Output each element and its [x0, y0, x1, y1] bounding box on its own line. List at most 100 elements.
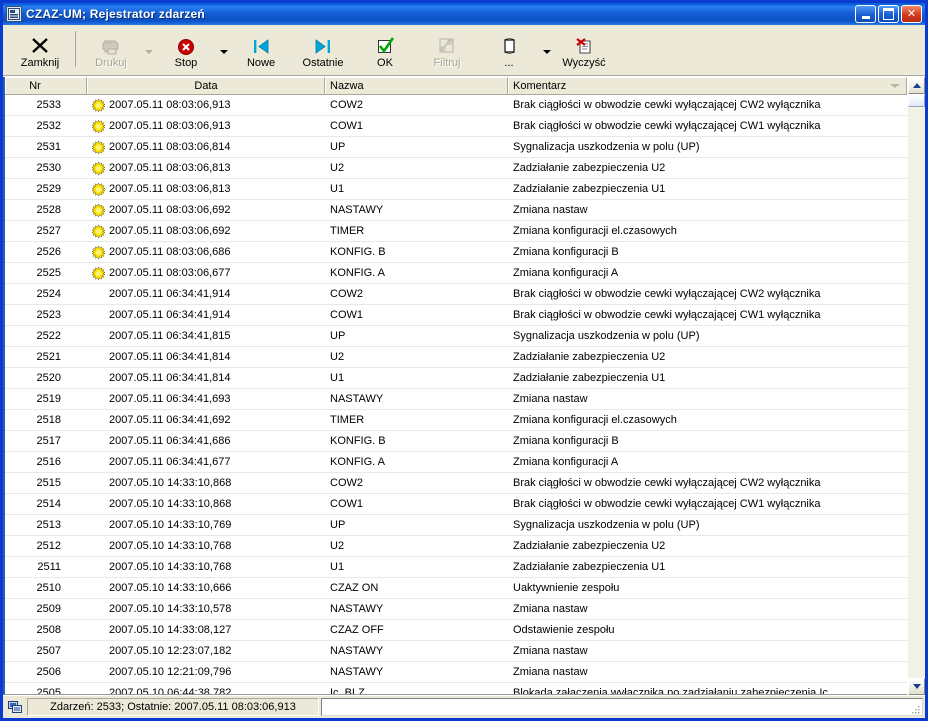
toolbar-button-more[interactable]: ... [478, 25, 540, 75]
cell-komentarz: Zmiana konfiguracji el.czasowych [513, 414, 677, 426]
cell-komentarz: Sygnalizacja uszkodzenia w polu (UP) [513, 519, 700, 531]
table-row[interactable]: 2509 2007.05.10 14:33:10,578 NASTAWY Zmiana… [5, 599, 907, 620]
vertical-scrollbar[interactable] [907, 77, 925, 695]
sun-event-icon [91, 203, 106, 217]
table-row[interactable]: 2524 2007.05.11 06:34:41,914 COW2 Brak ciąg… [5, 284, 907, 305]
scroll-up-icon[interactable] [908, 77, 925, 94]
close-x-icon [30, 34, 50, 56]
cell-nazwa: U1 [330, 372, 345, 384]
toolbar-button-nowe[interactable]: Nowe [230, 25, 292, 75]
cell-nr: 2528 [36, 204, 61, 216]
cell-data-text: 2007.05.10 14:33:10,868 [109, 477, 232, 489]
cell-komentarz: Zadziałanie zabezpieczenia U2 [513, 351, 666, 363]
table-row[interactable]: 2510 2007.05.10 14:33:10,666 CZAZ ON Uaktyw… [5, 578, 907, 599]
cell-komentarz: Zmiana nastaw [513, 666, 588, 678]
cell-data: 2007.05.11 06:34:41,914 [87, 305, 325, 325]
toolbar-button-ok[interactable]: OK [354, 25, 416, 75]
cell-komentarz: Zmiana nastaw [513, 603, 588, 615]
scrollbar-track[interactable] [908, 94, 925, 678]
cell-nr: 2510 [36, 582, 61, 594]
cell-nr: 2522 [36, 330, 61, 342]
cell-data-text: 2007.05.11 08:03:06,813 [109, 162, 231, 174]
cell-data-text: 2007.05.10 14:33:10,768 [109, 561, 232, 573]
column-header-nazwa[interactable]: Nazwa [325, 77, 508, 94]
column-header-data[interactable]: Data [87, 77, 325, 94]
toolbar-button-zamknij[interactable]: Zamknij [9, 25, 71, 75]
cell-nr: 2508 [36, 624, 61, 636]
cell-nr: 2507 [36, 645, 61, 657]
column-header-nr[interactable]: Nr [5, 77, 87, 94]
cell-nr: 2511 [37, 561, 61, 573]
table-row[interactable]: 2513 2007.05.10 14:33:10,769 UP Sygnalizacj… [5, 515, 907, 536]
scroll-down-icon[interactable] [908, 678, 925, 695]
table-row[interactable]: 2529 2007.05.11 08:03:06,813 U1 Zadziałanie… [5, 179, 907, 200]
toolbar-dropdown-more[interactable] [540, 25, 553, 75]
cell-komentarz: Zadziałanie zabezpieczenia U1 [513, 561, 666, 573]
table-row[interactable]: 2520 2007.05.11 06:34:41,814 U1 Zadziałanie… [5, 368, 907, 389]
table-row[interactable]: 2531 2007.05.11 08:03:06,814 UP Sygnalizacj… [5, 137, 907, 158]
table-row[interactable]: 2511 2007.05.10 14:33:10,768 U1 Zadziałanie… [5, 557, 907, 578]
cell-nazwa: CZAZ ON [330, 582, 379, 594]
table-row[interactable]: 2508 2007.05.10 14:33:08,127 CZAZ OFF Odsta… [5, 620, 907, 641]
clear-list-icon [573, 34, 595, 56]
cell-komentarz: Zadziałanie zabezpieczenia U1 [513, 372, 666, 384]
maximize-icon[interactable] [878, 5, 899, 23]
cell-data: 2007.05.10 12:21:09,796 [87, 662, 325, 682]
table-row[interactable]: 2506 2007.05.10 12:21:09,796 NASTAWY Zmiana… [5, 662, 907, 683]
status-input-field[interactable] [321, 698, 923, 716]
cell-data-text: 2007.05.10 14:33:10,578 [109, 603, 232, 615]
toolbar-button-filtruj[interactable]: Filtruj [416, 25, 478, 75]
cell-data: 2007.05.11 06:34:41,677 [87, 452, 325, 472]
cell-komentarz: Brak ciągłości w obwodzie cewki wyłączaj… [513, 498, 821, 510]
table-row[interactable]: 2521 2007.05.11 06:34:41,814 U2 Zadziałanie… [5, 347, 907, 368]
cell-nr: 2533 [36, 99, 61, 111]
scrollbar-thumb[interactable] [908, 94, 925, 107]
table-row[interactable]: 2505 2007.05.10 06:44:38,782 Ic_BLZ Blokada… [5, 683, 907, 694]
toolbar-label: OK [377, 56, 393, 69]
cell-data: 2007.05.11 06:34:41,693 [87, 389, 325, 409]
table-row[interactable]: 2507 2007.05.10 12:23:07,182 NASTAWY Zmiana… [5, 641, 907, 662]
cell-nr: 2518 [36, 414, 61, 426]
table-row[interactable]: 2522 2007.05.11 06:34:41,815 UP Sygnalizacj… [5, 326, 907, 347]
computer-icon [5, 700, 25, 714]
table-row[interactable]: 2533 2007.05.11 08:03:06,913 COW2 Brak ciąg… [5, 95, 907, 116]
stop-icon [176, 34, 196, 56]
table-row[interactable]: 2518 2007.05.11 06:34:41,692 TIMER Zmiana k… [5, 410, 907, 431]
toolbar-button-drukuj[interactable]: Drukuj [80, 25, 142, 75]
table-row[interactable]: 2519 2007.05.11 06:34:41,693 NASTAWY Zmiana… [5, 389, 907, 410]
table-row[interactable]: 2526 2007.05.11 08:03:06,686 KONFIG. B Zmia… [5, 242, 907, 263]
table-row[interactable]: 2512 2007.05.10 14:33:10,768 U2 Zadziałanie… [5, 536, 907, 557]
table-row[interactable]: 2530 2007.05.11 08:03:06,813 U2 Zadziałanie… [5, 158, 907, 179]
cell-data-text: 2007.05.11 06:34:41,914 [109, 288, 231, 300]
toolbar-dropdown-stop[interactable] [217, 25, 230, 75]
cell-data: 2007.05.11 08:03:06,677 [87, 263, 325, 283]
column-header-komentarz[interactable]: Komentarz [508, 77, 907, 94]
table-row[interactable]: 2527 2007.05.11 08:03:06,692 TIMER Zmiana k… [5, 221, 907, 242]
cell-data: 2007.05.11 08:03:06,913 [87, 95, 325, 115]
title-bar[interactable]: CZAZ-UM; Rejestrator zdarzeń ✕ [3, 3, 925, 25]
cell-nazwa: TIMER [330, 414, 365, 426]
window-title: CZAZ-UM; Rejestrator zdarzeń [26, 7, 205, 21]
checkmark-icon [375, 34, 395, 56]
cell-data-text: 2007.05.10 12:21:09,796 [109, 666, 232, 678]
toolbar-button-stop[interactable]: Stop [155, 25, 217, 75]
cell-komentarz: Zadziałanie zabezpieczenia U2 [513, 162, 666, 174]
table-row[interactable]: 2514 2007.05.10 14:33:10,868 COW1 Brak ciąg… [5, 494, 907, 515]
minimize-icon[interactable] [855, 5, 876, 23]
close-icon[interactable]: ✕ [901, 5, 922, 23]
cell-data-text: 2007.05.10 14:33:10,666 [109, 582, 232, 594]
toolbar-button-ostatnie[interactable]: Ostatnie [292, 25, 354, 75]
table-row[interactable]: 2528 2007.05.11 08:03:06,692 NASTAWY Zmiana… [5, 200, 907, 221]
toolbar-button-wyczysc[interactable]: Wyczyść [553, 25, 615, 75]
toolbar-dropdown-drukuj[interactable] [142, 25, 155, 75]
cell-nazwa: TIMER [330, 225, 365, 237]
table-row[interactable]: 2525 2007.05.11 08:03:06,677 KONFIG. A Zmia… [5, 263, 907, 284]
table-row[interactable]: 2515 2007.05.10 14:33:10,868 COW2 Brak ciąg… [5, 473, 907, 494]
table-row[interactable]: 2532 2007.05.11 08:03:06,913 COW1 Brak ciąg… [5, 116, 907, 137]
toolbar-label: Drukuj [95, 56, 127, 69]
cell-nazwa: COW1 [330, 309, 363, 321]
table-row[interactable]: 2517 2007.05.11 06:34:41,686 KONFIG. B Zmia… [5, 431, 907, 452]
cell-komentarz: Zmiana konfiguracji A [513, 267, 619, 279]
table-row[interactable]: 2516 2007.05.11 06:34:41,677 KONFIG. A Zmia… [5, 452, 907, 473]
table-row[interactable]: 2523 2007.05.11 06:34:41,914 COW1 Brak ciąg… [5, 305, 907, 326]
